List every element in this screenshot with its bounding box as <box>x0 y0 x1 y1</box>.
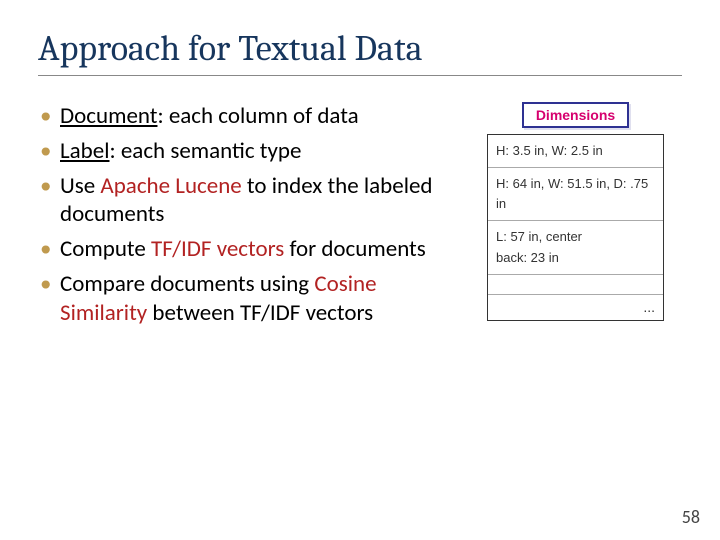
dimensions-header: Dimensions <box>522 102 629 128</box>
table-row-ellipsis: ... <box>488 295 663 321</box>
table-row: H: 64 in, W: 51.5 in, D: .75 in <box>488 168 663 221</box>
bullet-text: Compute <box>60 235 151 263</box>
table-row <box>488 275 663 295</box>
bullet-text: between TF/IDF vectors <box>147 299 373 327</box>
bullet-highlight: TF/IDF vectors <box>151 235 284 263</box>
bullet-text: for documents <box>284 235 426 263</box>
bullet-text: : each semantic type <box>110 137 302 165</box>
slide: Approach for Textual Data Document: each… <box>0 0 720 540</box>
page-number: 58 <box>682 506 700 528</box>
content-row: Document: each column of data Label: eac… <box>38 102 682 333</box>
bullet-item: Compute TF/IDF vectors for documents <box>38 235 458 264</box>
bullet-item: Label: each semantic type <box>38 137 458 166</box>
bullet-item: Use Apache Lucene to index the labeled d… <box>38 172 458 230</box>
bullet-item: Document: each column of data <box>38 102 458 131</box>
slide-title: Approach for Textual Data <box>38 28 682 76</box>
bullet-highlight: Apache Lucene <box>100 172 241 200</box>
dimensions-diagram: Dimensions H: 3.5 in, W: 2.5 in H: 64 in… <box>488 102 663 321</box>
table-row: H: 3.5 in, W: 2.5 in <box>488 135 663 168</box>
row-line: L: 57 in, center <box>496 229 582 244</box>
bullet-text: : each column of data <box>157 102 358 130</box>
bullet-term: Label <box>60 137 110 165</box>
row-line: back: 23 in <box>496 250 559 265</box>
dimensions-table: H: 3.5 in, W: 2.5 in H: 64 in, W: 51.5 i… <box>487 134 664 321</box>
bullet-term: Document <box>60 102 157 130</box>
table-row: L: 57 in, center back: 23 in <box>488 221 663 274</box>
bullet-text: Compare documents using <box>60 270 314 298</box>
bullet-list: Document: each column of data Label: eac… <box>38 102 458 333</box>
bullet-text: Use <box>60 172 100 200</box>
bullet-item: Compare documents using Cosine Similarit… <box>38 270 458 328</box>
